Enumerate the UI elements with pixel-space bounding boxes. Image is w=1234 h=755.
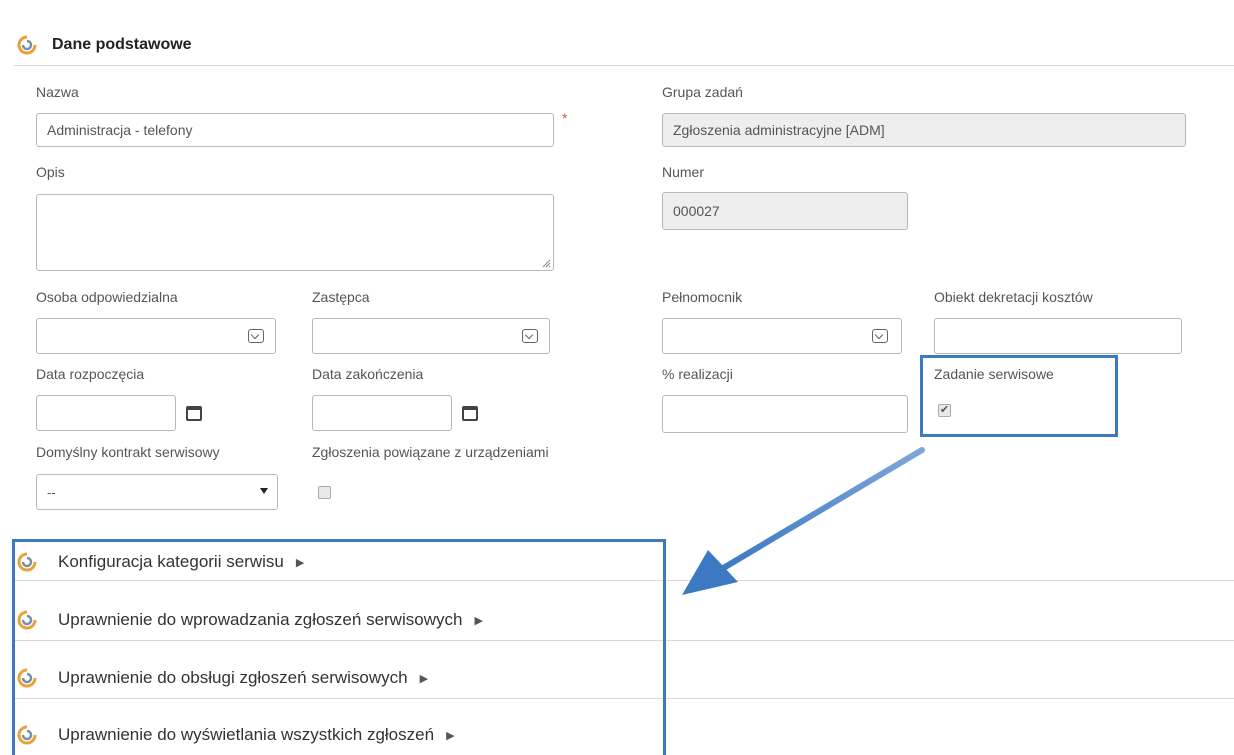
domyslny-kontrakt-select[interactable]: -- (36, 474, 278, 510)
pelnomocnik-label: Pełnomocnik (662, 289, 743, 305)
obiekt-dekretacji-input[interactable] (934, 318, 1182, 354)
grupa-zadan-field: Zgłoszenia administracyjne [ADM] (662, 113, 1186, 147)
grupa-zadan-label: Grupa zadań (662, 84, 743, 100)
highlight-box-subsections (12, 539, 666, 755)
zgloszenia-powiazane-checkbox[interactable] (318, 486, 331, 499)
numer-label: Numer (662, 164, 705, 180)
nazwa-input[interactable]: Administracja - telefony (36, 113, 554, 147)
domyslny-kontrakt-label: Domyślny kontrakt serwisowy (36, 444, 220, 460)
realizacja-label: % realizacji (662, 366, 733, 382)
swirl-icon (14, 32, 40, 58)
calendar-icon[interactable] (186, 406, 202, 421)
section-header-dane-podstawowe[interactable]: Dane podstawowe (14, 32, 1234, 58)
nazwa-label: Nazwa (36, 84, 79, 100)
highlight-box-zadanie-serwisowe (920, 355, 1118, 437)
zastepca-label: Zastępca (312, 289, 370, 305)
calendar-icon[interactable] (462, 406, 478, 421)
section-title: Dane podstawowe (52, 36, 192, 53)
osoba-odpowiedzialna-label: Osoba odpowiedzialna (36, 289, 178, 305)
section-divider (14, 65, 1234, 66)
select-dropdown-icon[interactable] (248, 329, 264, 343)
data-rozpoczecia-label: Data rozpoczęcia (36, 366, 145, 382)
zgloszenia-powiazane-label: Zgłoszenia powiązane z urządzeniami (312, 444, 549, 460)
page: Dane podstawowe Nazwa Administracja - te… (0, 0, 1234, 755)
zastepca-select[interactable] (312, 318, 550, 354)
data-rozpoczecia-input[interactable] (36, 395, 176, 431)
resize-grip-icon[interactable] (541, 258, 551, 268)
chevron-down-icon[interactable] (260, 488, 268, 494)
select-dropdown-icon[interactable] (872, 329, 888, 343)
numer-field: 000027 (662, 192, 908, 230)
data-zakonczenia-label: Data zakończenia (312, 366, 424, 382)
obiekt-dekretacji-label: Obiekt dekretacji kosztów (934, 289, 1093, 305)
realizacja-input[interactable] (662, 395, 908, 433)
osoba-odpowiedzialna-select[interactable] (36, 318, 276, 354)
data-zakonczenia-input[interactable] (312, 395, 452, 431)
select-dropdown-icon[interactable] (522, 329, 538, 343)
opis-textarea[interactable] (36, 194, 554, 271)
opis-label: Opis (36, 164, 65, 180)
required-marker: * (562, 110, 568, 126)
annotation-arrow-icon (682, 447, 925, 595)
pelnomocnik-select[interactable] (662, 318, 902, 354)
